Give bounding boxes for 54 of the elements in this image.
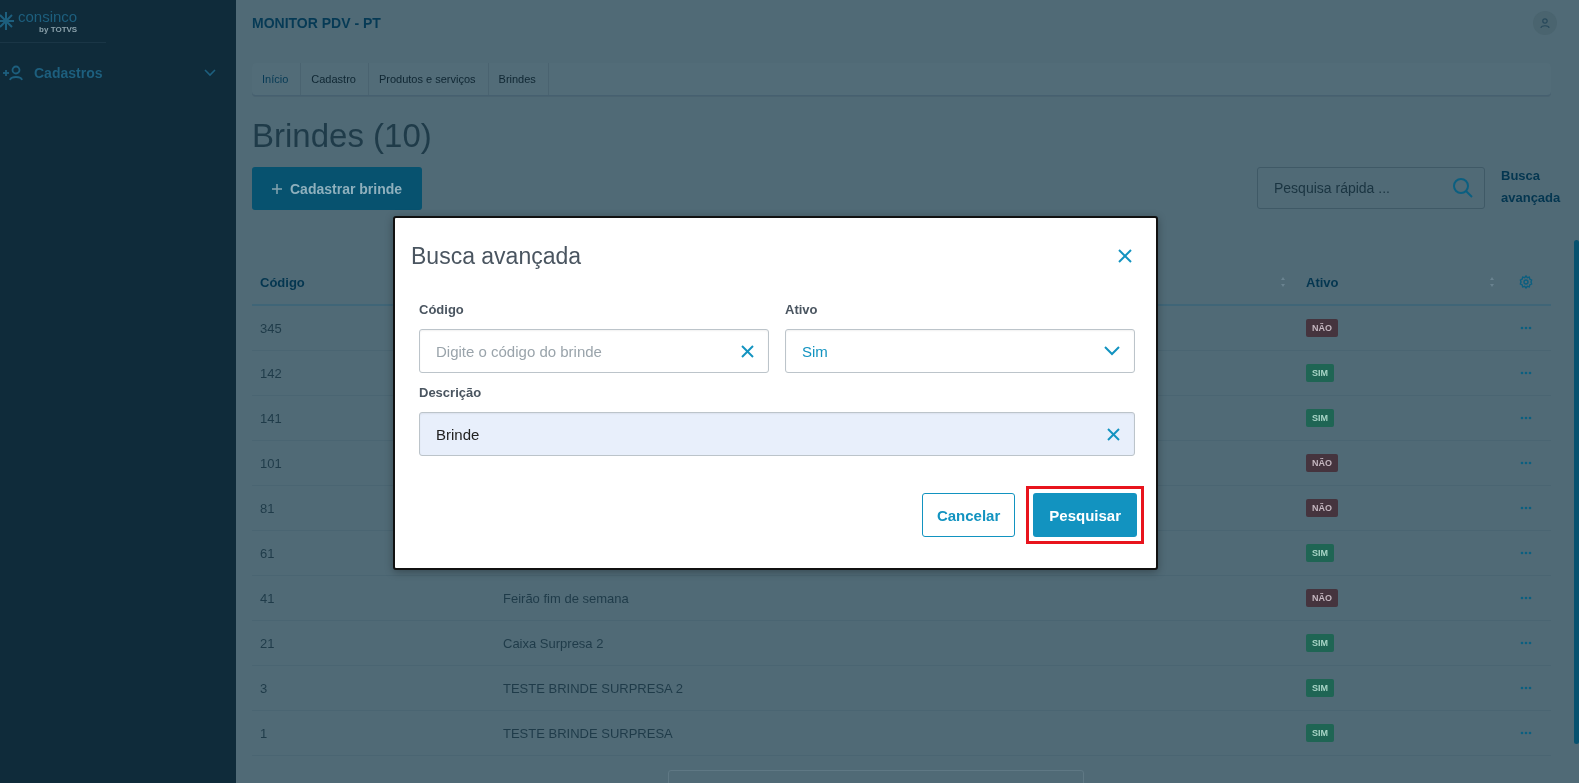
select-field[interactable]: Sim — [785, 329, 1135, 373]
more-icon[interactable] — [1520, 641, 1532, 645]
status-badge: NÃO — [1306, 454, 1338, 472]
advanced-search-link[interactable]: Busca avançada — [1501, 165, 1565, 209]
chevron-icon — [1104, 346, 1120, 356]
more-icon[interactable] — [1520, 416, 1532, 420]
more-icon[interactable] — [1520, 596, 1532, 600]
add-button[interactable]: Cadastrar brinde — [252, 167, 423, 210]
status-badge: NÃO — [1306, 499, 1338, 517]
field-label: Código — [419, 302, 465, 317]
column-header[interactable]: Ativo — [1306, 274, 1339, 290]
field-label: Descrição — [419, 385, 483, 400]
status-badge: NÃO — [1306, 319, 1338, 337]
status-badge: NÃO — [1306, 589, 1338, 607]
chevron-icon — [204, 69, 216, 77]
more-icon[interactable] — [1520, 461, 1532, 465]
breadcrumb-item[interactable]: Cadastro — [301, 63, 369, 95]
input-field[interactable]: Brinde — [419, 412, 1135, 456]
plus-icon — [272, 183, 282, 194]
cancel-button[interactable]: Cancelar — [921, 493, 1016, 537]
status-badge: SIM — [1306, 724, 1334, 742]
breadcrumb-item[interactable]: Início — [252, 63, 302, 95]
breadcrumb-item[interactable]: Produtos e serviços — [368, 63, 489, 95]
breadcrumb-item[interactable]: Brindes — [488, 63, 549, 95]
status-badge: SIM — [1306, 544, 1334, 562]
logo-subtitle: by TOTVS — [39, 24, 78, 34]
status-badge: SIM — [1306, 679, 1334, 697]
search-button[interactable]: Pesquisar — [1033, 493, 1137, 537]
user-avatar[interactable] — [1533, 11, 1557, 35]
settings-icon[interactable] — [1519, 275, 1533, 289]
field-label: Ativo — [785, 302, 819, 317]
status-badge: SIM — [1306, 634, 1334, 652]
close-icon[interactable] — [1118, 249, 1132, 263]
sort-icon[interactable] — [1489, 276, 1495, 288]
column-header[interactable]: Código — [260, 275, 305, 290]
add-user-icon — [2, 65, 24, 81]
more-icon[interactable] — [1520, 731, 1532, 735]
more-icon[interactable] — [1520, 326, 1532, 330]
dialog-title: Busca avançada — [411, 242, 582, 270]
more-icon[interactable] — [1520, 506, 1532, 510]
scrollbar[interactable] — [1574, 240, 1579, 744]
search-icon — [1452, 177, 1474, 199]
sort-icon[interactable] — [1280, 276, 1286, 288]
clear-icon[interactable] — [741, 344, 754, 358]
logo-text: consinco — [18, 8, 78, 25]
input-field[interactable]: Digite o código do brinde — [419, 329, 769, 373]
status-badge: SIM — [1306, 364, 1334, 382]
more-icon[interactable] — [1520, 551, 1532, 555]
more-icon[interactable] — [1520, 371, 1532, 375]
app-title: MONITOR PDV - PT — [252, 15, 381, 31]
more-icon[interactable] — [1520, 686, 1532, 690]
status-badge: SIM — [1306, 409, 1334, 427]
sidebar-item[interactable]: Cadastros — [0, 43, 236, 103]
clear-icon[interactable] — [1107, 427, 1120, 441]
